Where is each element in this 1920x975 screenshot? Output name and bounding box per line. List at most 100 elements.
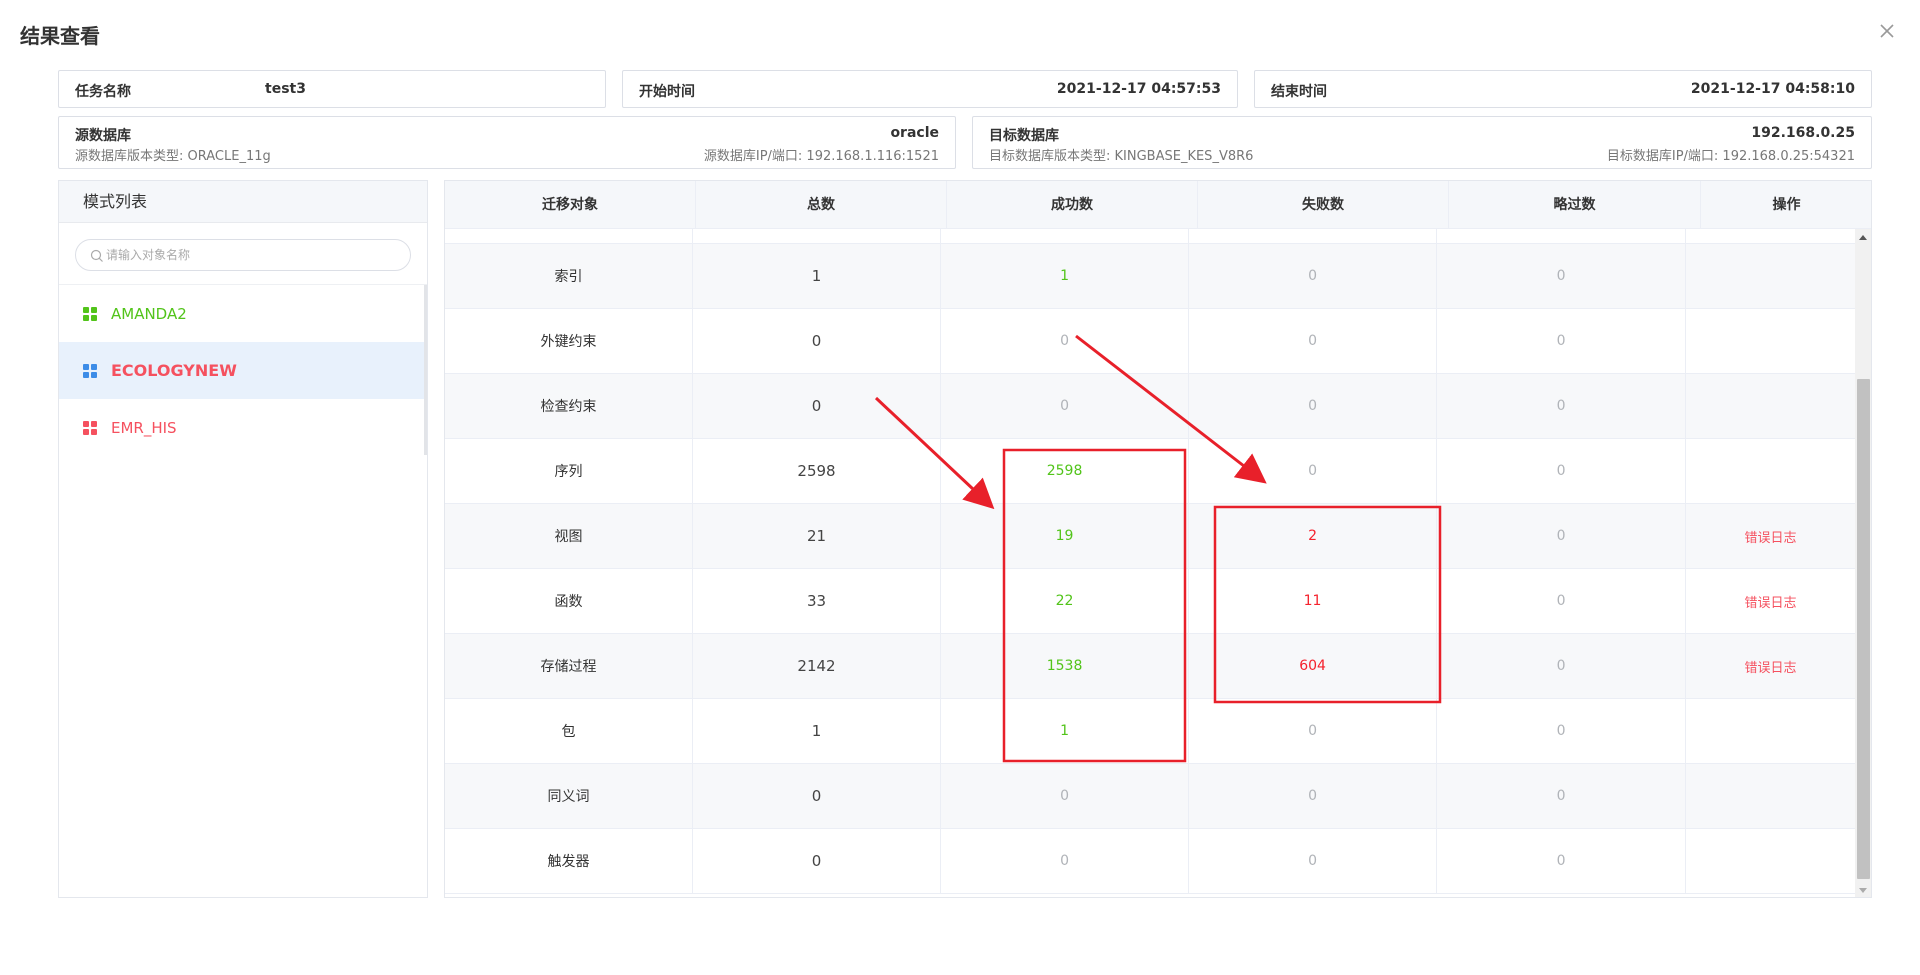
cell-skip: 0	[1437, 439, 1687, 503]
table-row-partial	[445, 229, 1855, 244]
table-row: 同义词 0 0 0 0	[445, 764, 1855, 829]
cell-fail: 0	[1189, 829, 1438, 893]
task-name-value: test3	[265, 81, 306, 97]
cell-fail: 0	[1189, 244, 1438, 308]
table-row: 视图 21 19 2 0 错误日志	[445, 504, 1855, 569]
grid-icon	[83, 363, 97, 378]
end-time-value: 2021-12-17 04:58:10	[1690, 81, 1855, 97]
cell-fail: 0	[1189, 439, 1438, 503]
dialog-title: 结果查看	[20, 24, 100, 48]
cell-object: 包	[445, 699, 694, 763]
table-row: 索引 1 1 0 0	[445, 244, 1855, 309]
schema-list-scroll-edge	[424, 285, 427, 455]
source-db-box: 源数据库 oracle 源数据库版本类型: ORACLE_11g 源数据库IP/…	[58, 116, 956, 169]
cell-fail: 0	[1189, 764, 1438, 828]
table-row: 序列 2598 2598 0 0	[445, 439, 1855, 504]
scroll-down-icon[interactable]	[1859, 888, 1867, 893]
cell-success: 0	[941, 829, 1190, 893]
error-log-link[interactable]: 错误日志	[1686, 569, 1855, 633]
source-db-ip: 源数据库IP/端口: 192.168.1.116:1521	[703, 149, 939, 164]
cell-total: 0	[693, 829, 942, 893]
cell-skip: 0	[1437, 764, 1687, 828]
cell-object: 函数	[445, 569, 694, 633]
error-log-link[interactable]: 错误日志	[1686, 634, 1855, 698]
start-time-label: 开始时间	[639, 84, 695, 100]
cell-object: 同义词	[445, 764, 694, 828]
cell-fail: 11	[1189, 569, 1438, 633]
cell-action	[1686, 439, 1855, 503]
cell-skip: 0	[1437, 244, 1687, 308]
close-icon[interactable]	[1876, 20, 1898, 42]
table-row: 检查约束 0 0 0 0	[445, 374, 1855, 439]
error-log-link[interactable]: 错误日志	[1686, 504, 1855, 568]
cell-fail: 604	[1189, 634, 1438, 698]
cell-object: 索引	[445, 244, 694, 308]
schema-item-ecologynew[interactable]: ECOLOGYNEW	[59, 342, 427, 399]
cell-total: 2598	[693, 439, 942, 503]
cell-action	[1686, 374, 1855, 438]
schema-search-input[interactable]	[106, 240, 406, 270]
cell-object: 序列	[445, 439, 694, 503]
start-time-box: 开始时间 2021-12-17 04:57:53	[622, 70, 1238, 108]
end-time-label: 结束时间	[1271, 84, 1327, 100]
target-db-version: 目标数据库版本类型: KINGBASE_KES_V8R6	[989, 149, 1254, 164]
cell-skip: 0	[1437, 309, 1687, 373]
header-action: 操作	[1772, 197, 1801, 213]
start-time-value: 2021-12-17 04:57:53	[1056, 81, 1221, 97]
scrollbar-thumb[interactable]	[1857, 379, 1870, 879]
table-body: 索引 1 1 0 0 外键约束 0 0 0 0 检查约束 0 0 0 0 序列 …	[445, 229, 1855, 897]
table-header: 迁移对象 总数 成功数 失败数 略过数 操作	[445, 181, 1871, 229]
cell-success: 1538	[941, 634, 1190, 698]
schema-list: AMANDA2 ECOLOGYNEW EMR_HIS	[59, 285, 427, 456]
cell-success: 1	[941, 244, 1190, 308]
source-db-label: 源数据库	[75, 128, 131, 144]
cell-success: 19	[941, 504, 1190, 568]
cell-skip: 0	[1437, 699, 1687, 763]
cell-success: 22	[941, 569, 1190, 633]
table-row: 外键约束 0 0 0 0	[445, 309, 1855, 374]
task-name-box: 任务名称 test3	[58, 70, 606, 108]
cell-skip: 0	[1437, 569, 1687, 633]
cell-skip: 0	[1437, 374, 1687, 438]
schema-search-wrap	[59, 223, 427, 285]
cell-total: 0	[693, 309, 942, 373]
cell-object: 视图	[445, 504, 694, 568]
table-row: 函数 33 22 11 0 错误日志	[445, 569, 1855, 634]
cell-action	[1686, 309, 1855, 373]
schema-item-emr-his[interactable]: EMR_HIS	[59, 399, 427, 456]
schema-item-label: EMR_HIS	[111, 418, 177, 437]
cell-total: 2142	[693, 634, 942, 698]
header-skip: 略过数	[1449, 181, 1701, 229]
cell-success: 0	[941, 764, 1190, 828]
cell-object: 外键约束	[445, 309, 694, 373]
schema-item-amanda2[interactable]: AMANDA2	[59, 285, 427, 342]
header-total: 总数	[696, 181, 947, 229]
cell-action	[1686, 829, 1855, 893]
cell-object: 检查约束	[445, 374, 694, 438]
cell-success: 0	[941, 309, 1190, 373]
schema-list-title: 模式列表	[59, 181, 427, 223]
table-row: 存储过程 2142 1538 604 0 错误日志	[445, 634, 1855, 699]
source-db-version: 源数据库版本类型: ORACLE_11g	[75, 149, 271, 164]
grid-icon	[83, 420, 97, 435]
grid-icon	[83, 306, 97, 321]
table-row: 触发器 0 0 0 0	[445, 829, 1855, 894]
cell-fail: 2	[1189, 504, 1438, 568]
schema-list-panel: 模式列表 AMANDA2	[58, 180, 428, 898]
cell-fail: 0	[1189, 374, 1438, 438]
table-scrollbar[interactable]	[1855, 229, 1871, 897]
source-db-value: oracle	[890, 125, 939, 141]
cell-skip: 0	[1437, 504, 1687, 568]
scroll-up-icon[interactable]	[1859, 235, 1867, 240]
cell-total: 1	[693, 699, 942, 763]
cell-total: 0	[693, 764, 942, 828]
target-db-box: 目标数据库 192.168.0.25 目标数据库版本类型: KINGBASE_K…	[972, 116, 1872, 169]
cell-object: 存储过程	[445, 634, 694, 698]
header-success: 成功数	[947, 181, 1198, 229]
cell-skip: 0	[1437, 829, 1687, 893]
cell-total: 0	[693, 374, 942, 438]
header-object: 迁移对象	[445, 181, 696, 229]
schema-item-label: ECOLOGYNEW	[111, 361, 237, 380]
target-db-ip: 目标数据库IP/端口: 192.168.0.25:54321	[1606, 149, 1855, 164]
cell-total: 21	[693, 504, 942, 568]
